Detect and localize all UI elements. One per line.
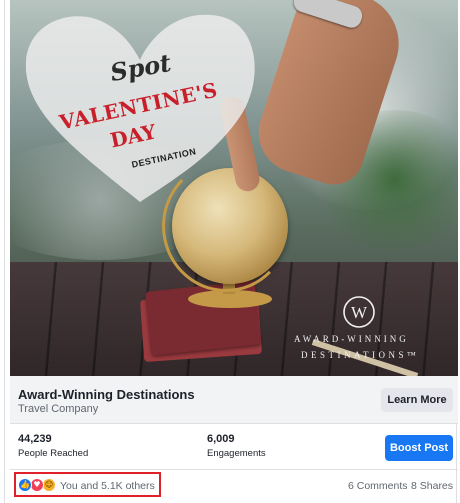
people-reached-value: 44,239: [18, 433, 52, 445]
engagements-value: 6,009: [207, 433, 235, 445]
learn-more-button[interactable]: Learn More: [381, 388, 453, 412]
post-insights: 44,239 People Reached 6,009 Engagements …: [10, 424, 458, 470]
heart-graphic: Spot VALENTINE'S DAY DESTINATION: [18, 2, 263, 207]
comments-count[interactable]: 6 Comments: [348, 480, 408, 492]
love-icon[interactable]: ♥: [30, 478, 44, 492]
engagements-label: Engagements: [207, 448, 266, 459]
shares-count[interactable]: 8 Shares: [411, 480, 453, 492]
page-title[interactable]: Award-Winning Destinations: [18, 387, 195, 402]
logo-text-line1: AWARD-WINNING: [294, 334, 409, 344]
reactions-summary[interactable]: You and 5.1K others: [60, 480, 155, 492]
haha-icon[interactable]: ☺: [42, 478, 56, 492]
link-preview[interactable]: Award-Winning Destinations Travel Compan…: [10, 376, 458, 424]
boost-post-button[interactable]: Boost Post: [385, 435, 453, 461]
page-category: Travel Company: [18, 403, 99, 415]
svg-text:W: W: [351, 303, 368, 322]
people-reached-label: People Reached: [18, 448, 89, 459]
brand-logo-icon: W: [340, 293, 378, 336]
reactions-bar: 👍 ♥ ☺ You and 5.1K others 6 Comments 8 S…: [10, 470, 458, 503]
ad-image[interactable]: Spot VALENTINE'S DAY DESTINATION W AWARD…: [10, 0, 458, 376]
like-icon[interactable]: 👍: [18, 478, 32, 492]
ad-post-card: Spot VALENTINE'S DAY DESTINATION W AWARD…: [4, 0, 458, 503]
logo-text-line2: DESTINATIONS™: [301, 350, 420, 360]
